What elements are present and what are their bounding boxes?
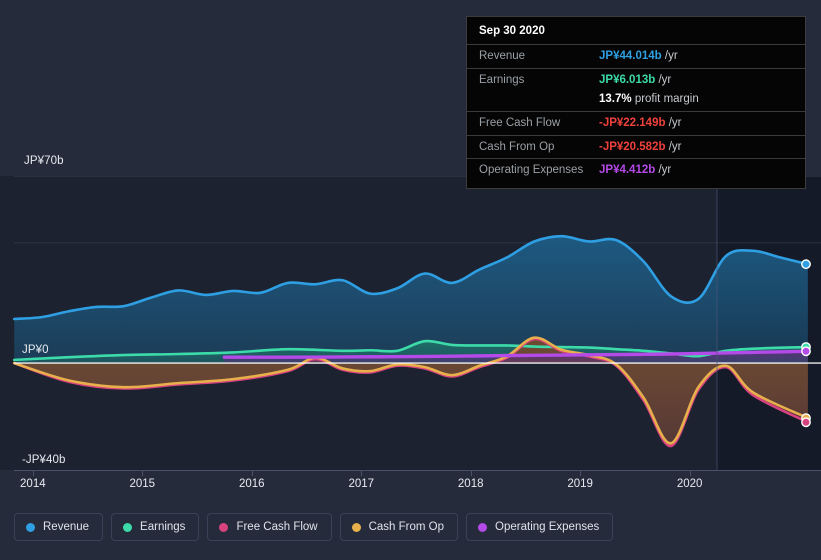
- tooltip-amount: JP¥44.014b: [599, 50, 662, 62]
- tooltip-row: Operating Expenses JP¥4.412b /yr: [467, 158, 805, 182]
- legend-item-cash-from-op[interactable]: Cash From Op: [339, 513, 459, 541]
- tooltip-row-label: Operating Expenses: [479, 164, 584, 177]
- legend-color-dot: [219, 522, 229, 532]
- legend-item-label: Operating Expenses: [495, 521, 600, 533]
- tooltip-row-value: -JP¥22.149b /yr: [599, 115, 681, 132]
- tooltip-amount: -JP¥22.149b: [599, 117, 666, 130]
- tooltip-row-label: Free Cash Flow: [479, 117, 561, 130]
- x-axis-tick: [689, 470, 691, 476]
- x-axis-label-2017: 2017: [348, 478, 375, 490]
- tooltip-row-value: -JP¥20.582b /yr: [599, 139, 681, 156]
- legend-color-dot: [351, 522, 361, 532]
- endpoint-revenue: [801, 259, 811, 270]
- tooltip-row-value: JP¥44.014b /yr: [599, 48, 678, 65]
- legend-item-operating-expenses[interactable]: Operating Expenses: [466, 513, 614, 541]
- x-axis-tick: [32, 470, 34, 476]
- x-axis-line: [14, 470, 821, 471]
- chart-legend: Revenue Earnings Free Cash Flow Cash From O…: [14, 513, 614, 541]
- tooltip-profit-margin-label: profit margin: [634, 93, 699, 106]
- tooltip-row: Revenue JP¥44.014b /yr: [467, 44, 805, 68]
- tooltip-profit-margin-value: 13.7%: [599, 93, 632, 106]
- tooltip-unit: /yr: [668, 140, 682, 153]
- legend-item-label: Earnings: [140, 521, 186, 533]
- tooltip-rows: Revenue JP¥44.014b /yr Earnings JP¥6.013b /…: [467, 44, 805, 182]
- x-axis-label-2014: 2014: [20, 478, 46, 490]
- tooltip-row-label: Earnings: [479, 73, 525, 86]
- tooltip-amount: -JP¥20.582b: [599, 140, 666, 153]
- x-axis: 2014 2015 2016 2017 2018 2019 2020: [0, 470, 821, 498]
- tooltip-row: 13.7% profit margin: [467, 91, 805, 111]
- tooltip-row-value: 13.7% profit margin: [599, 91, 699, 108]
- chart-svg: [0, 176, 821, 470]
- x-axis-label-2020: 2020: [676, 478, 703, 490]
- tooltip-amount: JP¥4.412b: [599, 164, 656, 177]
- legend-item-free-cash-flow[interactable]: Free Cash Flow: [207, 513, 332, 541]
- tooltip-unit: /yr: [668, 117, 682, 130]
- legend-color-dot: [123, 522, 133, 532]
- legend-color-dot: [26, 522, 35, 532]
- tooltip-unit: /yr: [658, 73, 672, 86]
- legend-color-dot: [478, 522, 488, 532]
- tooltip-unit: /yr: [658, 164, 672, 177]
- tooltip-date: Sep 30 2020: [479, 25, 545, 37]
- x-axis-tick: [251, 470, 253, 476]
- y-axis-label-bottom: -JP¥40b: [22, 454, 66, 466]
- tooltip-unit: /yr: [664, 50, 678, 62]
- tooltip-row: Cash From Op -JP¥20.582b /yr: [467, 134, 805, 159]
- chart-tooltip: Sep 30 2020 Revenue JP¥44.014b /yr Earning…: [466, 16, 806, 190]
- tooltip-row-label: Revenue: [479, 50, 526, 62]
- chart-plot-area: [0, 176, 821, 470]
- x-axis-tick: [470, 470, 472, 476]
- tooltip-amount: JP¥6.013b: [599, 73, 656, 86]
- legend-item-revenue[interactable]: Revenue: [14, 513, 104, 541]
- endpoint-operating-expenses: [801, 346, 811, 357]
- tooltip-row-label: Cash From Op: [479, 140, 555, 153]
- tooltip-row-value: JP¥4.412b /yr: [599, 162, 671, 179]
- endpoint-free-cash-flow: [801, 417, 811, 428]
- legend-item-earnings[interactable]: Earnings: [111, 513, 200, 541]
- tooltip-row: Free Cash Flow -JP¥22.149b /yr: [467, 111, 805, 135]
- x-axis-label-2018: 2018: [457, 478, 484, 490]
- y-axis-label-zero: JP¥0: [22, 344, 49, 356]
- x-axis-tick: [580, 470, 582, 476]
- legend-item-label: Cash From Op: [368, 521, 445, 533]
- tooltip-row-value: JP¥6.013b /yr: [599, 72, 671, 89]
- x-axis-label-2015: 2015: [129, 478, 156, 490]
- x-axis-tick: [361, 470, 363, 476]
- x-axis-tick: [142, 470, 144, 476]
- x-axis-label-2019: 2019: [567, 478, 593, 490]
- legend-item-label: Revenue: [43, 521, 90, 533]
- x-axis-label-2016: 2016: [238, 478, 265, 490]
- legend-item-label: Free Cash Flow: [236, 521, 318, 533]
- tooltip-row: Earnings JP¥6.013b /yr: [467, 67, 805, 92]
- y-axis-label-top: JP¥70b: [24, 155, 64, 167]
